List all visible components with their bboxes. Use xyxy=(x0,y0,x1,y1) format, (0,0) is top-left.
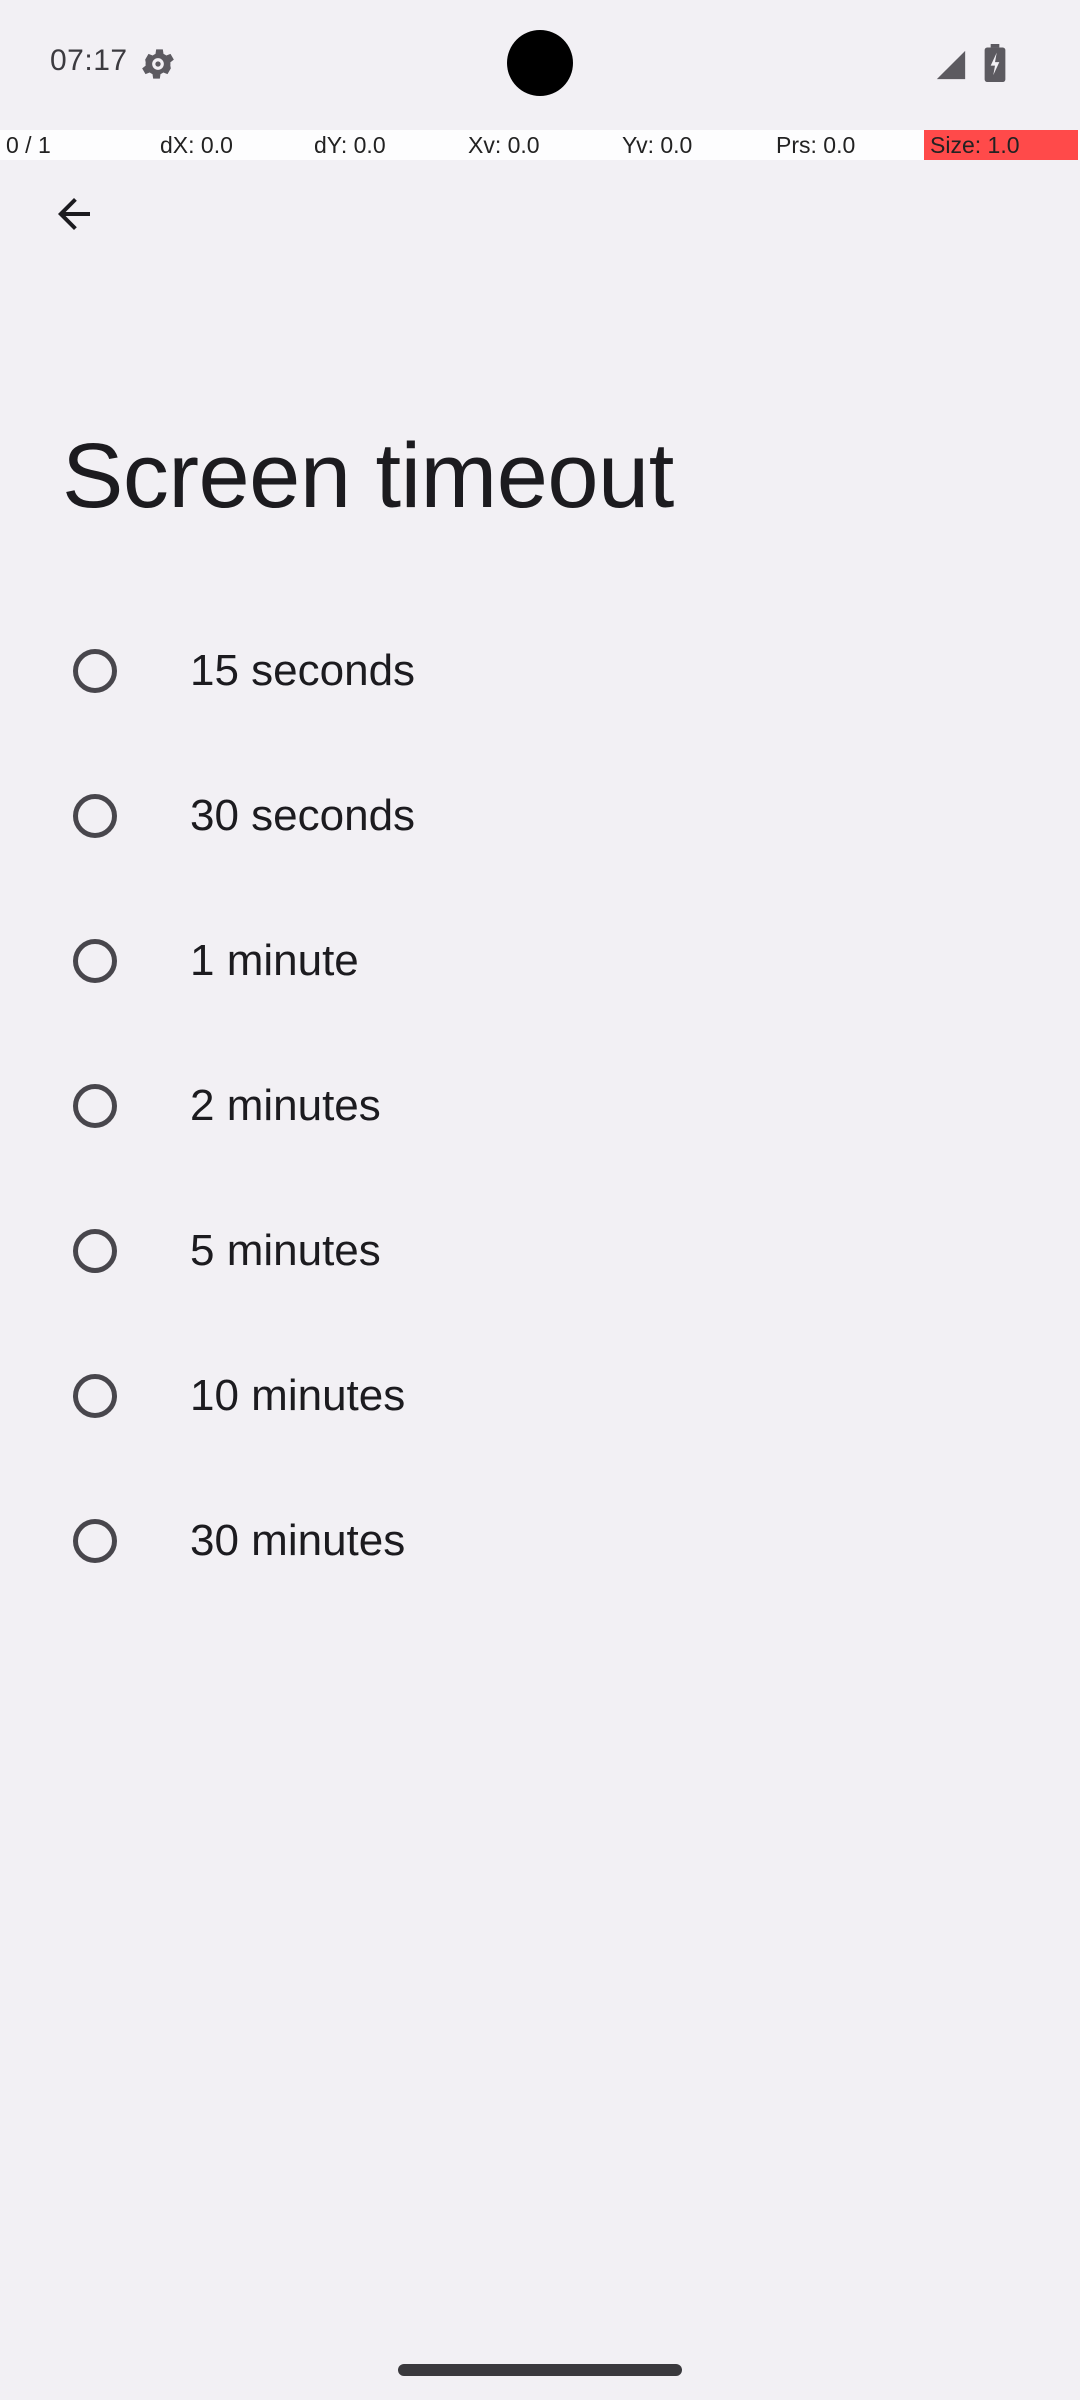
screen: 07:17 0 / 1 dX: 0.0 dY: 0.0 Xv: 0.0 Yv: … xyxy=(0,0,1080,2400)
radio-button[interactable] xyxy=(73,1228,117,1273)
radio-button[interactable] xyxy=(73,1518,117,1563)
option-1-minute[interactable]: 1 minute xyxy=(0,888,1080,1033)
gesture-nav-handle[interactable] xyxy=(398,2364,682,2376)
option-label: 10 minutes xyxy=(190,1370,406,1420)
option-label: 5 minutes xyxy=(190,1225,381,1275)
radio-button[interactable] xyxy=(73,1083,117,1128)
option-label: 15 seconds xyxy=(190,645,416,695)
option-30-seconds[interactable]: 30 seconds xyxy=(0,743,1080,888)
status-time: 07:17 xyxy=(50,44,128,77)
option-2-minutes[interactable]: 2 minutes xyxy=(0,1033,1080,1178)
option-15-seconds[interactable]: 15 seconds xyxy=(0,598,1080,743)
option-label: 2 minutes xyxy=(190,1080,381,1130)
option-5-minutes[interactable]: 5 minutes xyxy=(0,1178,1080,1323)
option-label: 30 minutes xyxy=(190,1515,406,1565)
status-bar: 07:17 xyxy=(0,0,1080,128)
timeout-options-list: 15 seconds 30 seconds 1 minute 2 minutes… xyxy=(0,598,1080,1613)
radio-button[interactable] xyxy=(73,648,117,693)
radio-button[interactable] xyxy=(73,793,117,838)
option-label: 1 minute xyxy=(190,935,359,985)
page-title: Screen timeout xyxy=(62,425,674,527)
cellular-signal-icon xyxy=(936,50,966,80)
gear-icon xyxy=(142,49,174,79)
option-30-minutes[interactable]: 30 minutes xyxy=(0,1468,1080,1613)
option-10-minutes[interactable]: 10 minutes xyxy=(0,1323,1080,1468)
arrow-back-icon xyxy=(58,198,90,230)
battery-charging-icon xyxy=(984,44,1006,82)
camera-cutout xyxy=(507,30,573,96)
app-bar xyxy=(0,128,1080,276)
radio-button[interactable] xyxy=(73,938,117,983)
option-label: 30 seconds xyxy=(190,790,416,840)
radio-button[interactable] xyxy=(73,1373,117,1418)
back-button[interactable] xyxy=(28,168,120,260)
